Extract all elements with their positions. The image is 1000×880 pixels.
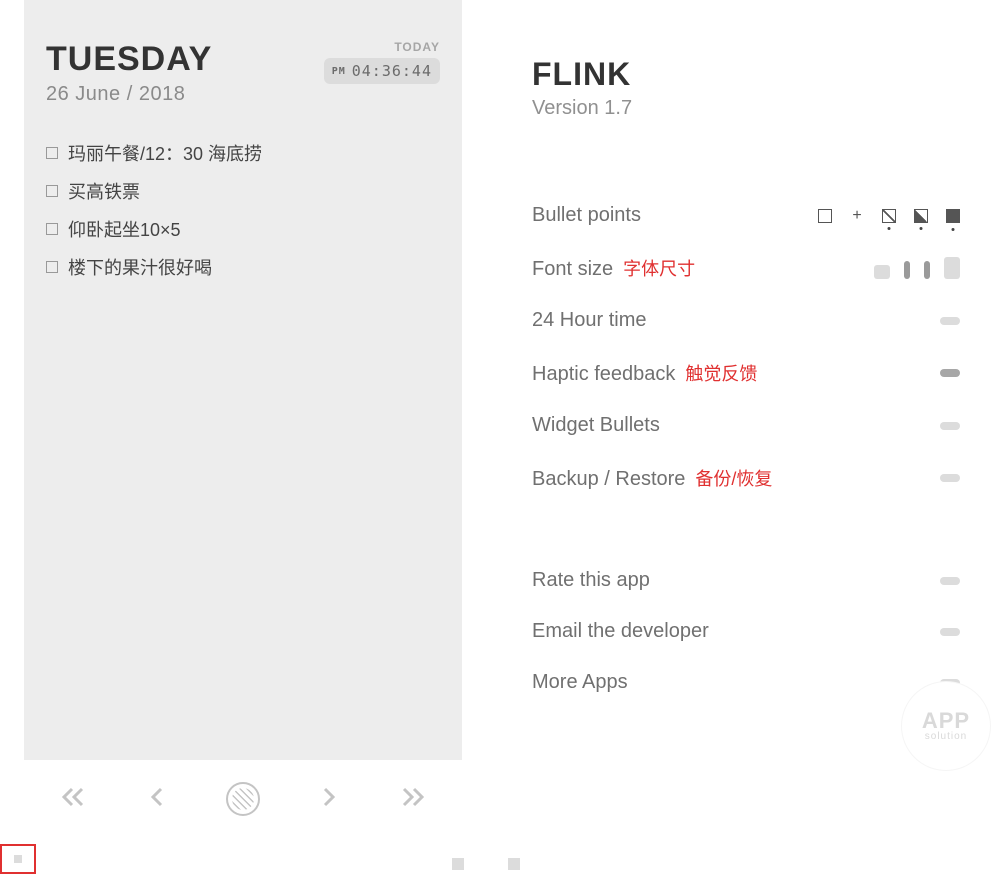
annotation-text: 触觉反馈 [685,360,757,386]
nav-bar [0,782,486,816]
today-block: TODAY PM 04:36:44 [324,40,440,84]
checkbox-icon[interactable] [46,147,58,159]
annotation-text: 字体尺寸 [623,255,695,281]
app-version: Version 1.7 [532,97,960,120]
todo-text: 买高铁票 [68,178,140,204]
date-block: TUESDAY 26 June / 2018 [46,40,212,106]
bullet-style-half-square-icon[interactable] [914,209,928,223]
hatched-circle-icon [232,788,254,810]
setting-haptic[interactable]: Haptic feedback 触觉反馈 [532,346,960,400]
toggle-on-icon[interactable] [940,369,960,377]
setting-font-size[interactable]: Font size 字体尺寸 [532,241,960,295]
list-item[interactable]: 仰卧起坐10×5 [46,210,440,248]
double-chevron-right-icon[interactable] [398,785,426,814]
day-of-week: TUESDAY [46,40,212,79]
link-label: Rate this app [532,569,650,592]
setting-bullet-points[interactable]: Bullet points + [532,190,960,241]
todo-list: 玛丽午餐/12：30 海底捞 买高铁票 仰卧起坐10×5 楼下的果汁很好喝 [46,134,440,286]
time-ampm: PM [332,66,346,77]
list-item[interactable]: 买高铁票 [46,172,440,210]
bullet-style-picker[interactable]: + [818,209,960,223]
toggle-icon[interactable] [940,422,960,430]
setting-widget-bullets[interactable]: Widget Bullets [532,400,960,451]
list-item[interactable]: 玛丽午餐/12：30 海底捞 [46,134,440,172]
size-medium-icon[interactable] [904,261,910,279]
setting-backup-restore[interactable]: Backup / Restore 备份/恢复 [532,451,960,505]
toggle-icon[interactable] [940,317,960,325]
settings-block: Bullet points + Font size 字体尺寸 [532,190,960,505]
bullet-style-empty-square-icon[interactable] [818,209,832,223]
todo-text: 楼下的果汁很好喝 [68,254,212,280]
size-medium-icon[interactable] [924,261,930,279]
setting-label: Widget Bullets [532,414,660,437]
size-small-icon[interactable] [874,265,890,279]
link-rate-app[interactable]: Rate this app [532,555,960,606]
page-dot-icon[interactable] [452,858,464,870]
bullet-style-slash-square-icon[interactable] [882,209,896,223]
annotation-text: 备份/恢复 [695,465,772,491]
more-block: Rate this app Email the developer More A… [532,555,960,708]
setting-label: Haptic feedback [532,363,675,386]
app-solution-logo: APP solution [902,682,990,770]
setting-label: 24 Hour time [532,309,647,332]
setting-label: Font size [532,258,613,281]
link-email-developer[interactable]: Email the developer [532,606,960,657]
checkbox-icon[interactable] [46,261,58,273]
today-button[interactable] [226,782,260,816]
bullet-style-plus-icon[interactable]: + [850,209,864,223]
font-size-stepper[interactable] [874,257,960,279]
note-canvas: TUESDAY 26 June / 2018 TODAY PM 04:36:44… [24,0,462,760]
chevron-right-icon[interactable] [940,628,960,636]
todo-text: 玛丽午餐/12：30 海底捞 [68,140,262,166]
selection-marker [0,844,36,874]
setting-24-hour[interactable]: 24 Hour time [532,295,960,346]
today-label: TODAY [394,40,440,54]
size-large-icon[interactable] [944,257,960,279]
double-chevron-left-icon[interactable] [60,785,88,814]
chevron-left-icon[interactable] [147,785,167,814]
chevron-right-icon[interactable] [319,785,339,814]
link-more-apps[interactable]: More Apps [532,657,960,708]
chevron-right-icon[interactable] [940,474,960,482]
checkbox-icon[interactable] [46,223,58,235]
page-dots [452,858,520,870]
left-panel: TUESDAY 26 June / 2018 TODAY PM 04:36:44… [0,0,486,880]
link-label: More Apps [532,671,628,694]
bullet-style-filled-square-icon[interactable] [946,209,960,223]
chevron-right-icon[interactable] [940,577,960,585]
page-dot-icon[interactable] [508,858,520,870]
right-panel: FLINK Version 1.7 Bullet points + Font s… [486,0,1000,880]
app-title: FLINK [532,56,960,93]
note-header: TUESDAY 26 June / 2018 TODAY PM 04:36:44 [46,40,440,106]
link-label: Email the developer [532,620,709,643]
page-dot-icon [14,855,22,863]
date-text: 26 June / 2018 [46,83,212,106]
time-value: 04:36:44 [352,62,432,80]
todo-text: 仰卧起坐10×5 [68,216,181,242]
setting-label: Bullet points [532,204,641,227]
checkbox-icon[interactable] [46,185,58,197]
logo-sub: solution [925,732,967,742]
logo-main: APP [922,710,970,732]
time-badge: PM 04:36:44 [324,58,440,84]
setting-label: Backup / Restore [532,468,685,491]
list-item[interactable]: 楼下的果汁很好喝 [46,248,440,286]
